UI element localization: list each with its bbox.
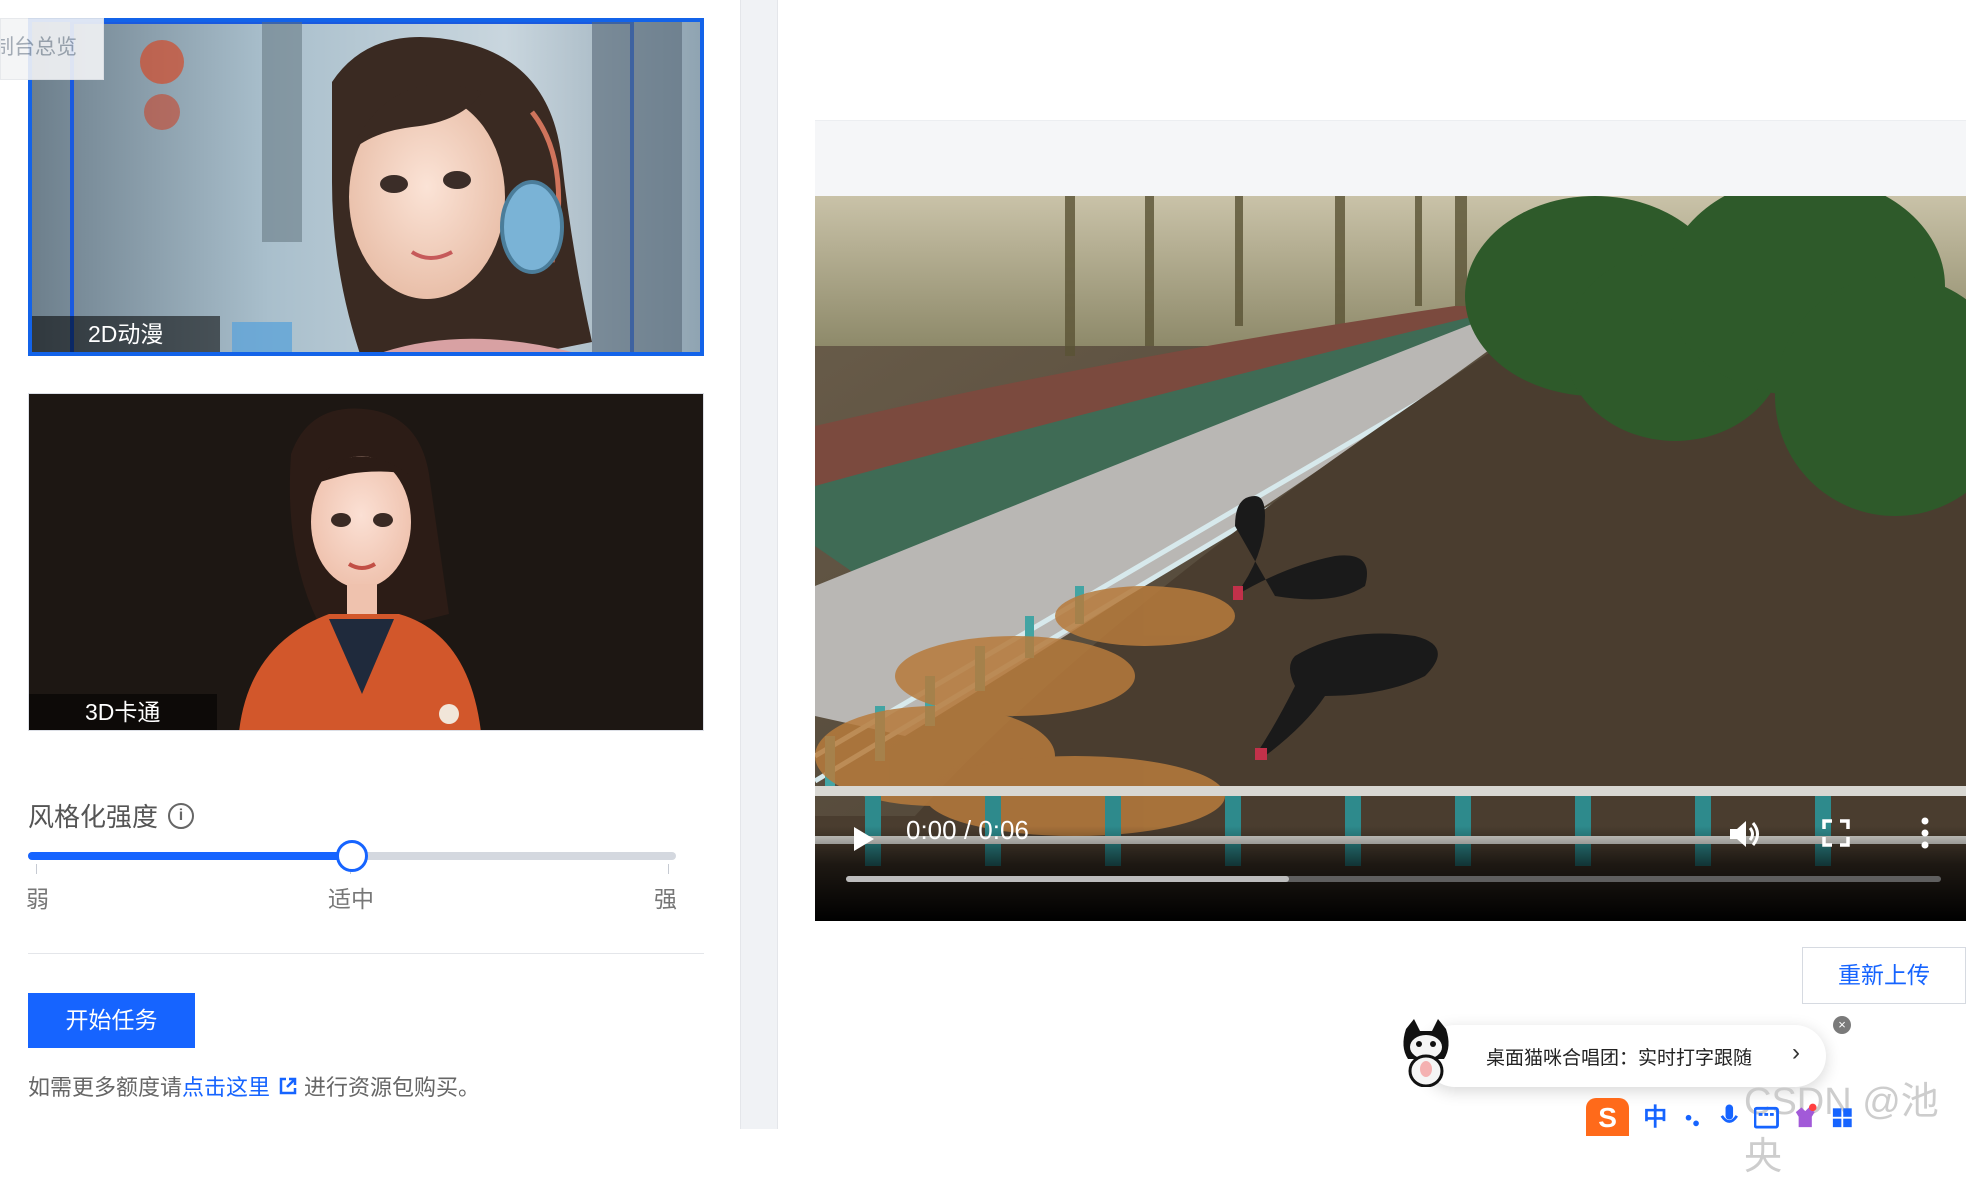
left-panel: 制台总览 2D动漫 3D卡通 风格化强度 i 弱 适中 强 开始任务 如需更多额… xyxy=(0,0,740,1129)
black-swans-park-video-frame xyxy=(815,196,1966,921)
purchase-link[interactable]: 点击这里 xyxy=(182,1070,270,1102)
style-card-label: 3D卡通 xyxy=(29,694,217,730)
slider-tick xyxy=(668,864,669,874)
section-divider xyxy=(28,953,704,954)
ime-toolbar: S 中 xyxy=(1586,1098,1854,1136)
info-icon[interactable]: i xyxy=(168,802,195,829)
slider-thumb[interactable] xyxy=(336,840,368,872)
play-icon[interactable] xyxy=(852,826,876,852)
chevron-right-icon[interactable]: › xyxy=(1792,1039,1800,1067)
style-card-label: 2D动漫 xyxy=(32,316,220,352)
style-card-2d-anime[interactable]: 2D动漫 xyxy=(28,18,704,356)
tip-suffix: 进行资源包购买。 xyxy=(304,1075,481,1100)
cartoon-girl-image xyxy=(29,394,703,730)
slider-tick xyxy=(36,864,37,874)
skin-icon[interactable] xyxy=(1793,1098,1817,1129)
panel-divider xyxy=(740,0,778,1129)
overview-tab[interactable]: 制台总览 xyxy=(0,18,104,80)
slider-mark-weak: 弱 xyxy=(26,886,49,912)
ime-language-toggle[interactable]: 中 xyxy=(1643,1098,1667,1138)
slider-fill xyxy=(28,852,352,860)
slider-mark-strong: 强 xyxy=(654,886,677,912)
volume-icon[interactable] xyxy=(1728,818,1762,850)
video-player[interactable] xyxy=(815,196,1966,921)
purchase-tip: 如需更多额度请 点击这里 进行资源包购买。 xyxy=(28,1070,480,1102)
external-link-icon[interactable] xyxy=(278,1076,298,1096)
sogou-ime-logo[interactable]: S xyxy=(1586,1098,1630,1136)
reupload-button[interactable]: 重新上传 xyxy=(1802,947,1966,1004)
strength-slider[interactable] xyxy=(28,840,676,874)
fullscreen-icon[interactable] xyxy=(1822,819,1850,847)
more-options-icon[interactable] xyxy=(1918,816,1932,850)
close-icon[interactable]: × xyxy=(1833,1016,1851,1034)
tip-prefix: 如需更多额度请 xyxy=(28,1075,183,1100)
video-progress-bar[interactable] xyxy=(846,876,1941,882)
start-task-button[interactable]: 开始任务 xyxy=(28,993,195,1048)
strength-heading: 风格化强度 i xyxy=(28,797,195,834)
keyboard-icon[interactable] xyxy=(1754,1098,1779,1129)
microphone-icon[interactable] xyxy=(1718,1098,1741,1129)
anime-girl-with-headphones-image xyxy=(32,22,700,352)
punctuation-icon[interactable] xyxy=(1681,1098,1704,1129)
video-time: 0:00 / 0:06 xyxy=(906,815,1029,845)
style-card-3d-cartoon[interactable]: 3D卡通 xyxy=(28,393,704,731)
slider-mark-medium: 适中 xyxy=(328,886,374,912)
toolbox-icon[interactable] xyxy=(1831,1098,1854,1129)
cat-mascot-icon xyxy=(1403,1019,1449,1087)
strength-label: 风格化强度 xyxy=(28,802,159,832)
video-buffer-bar xyxy=(846,876,1290,882)
notification-text: 桌面猫咪合唱团：实时打字跟随 xyxy=(1486,1048,1753,1069)
